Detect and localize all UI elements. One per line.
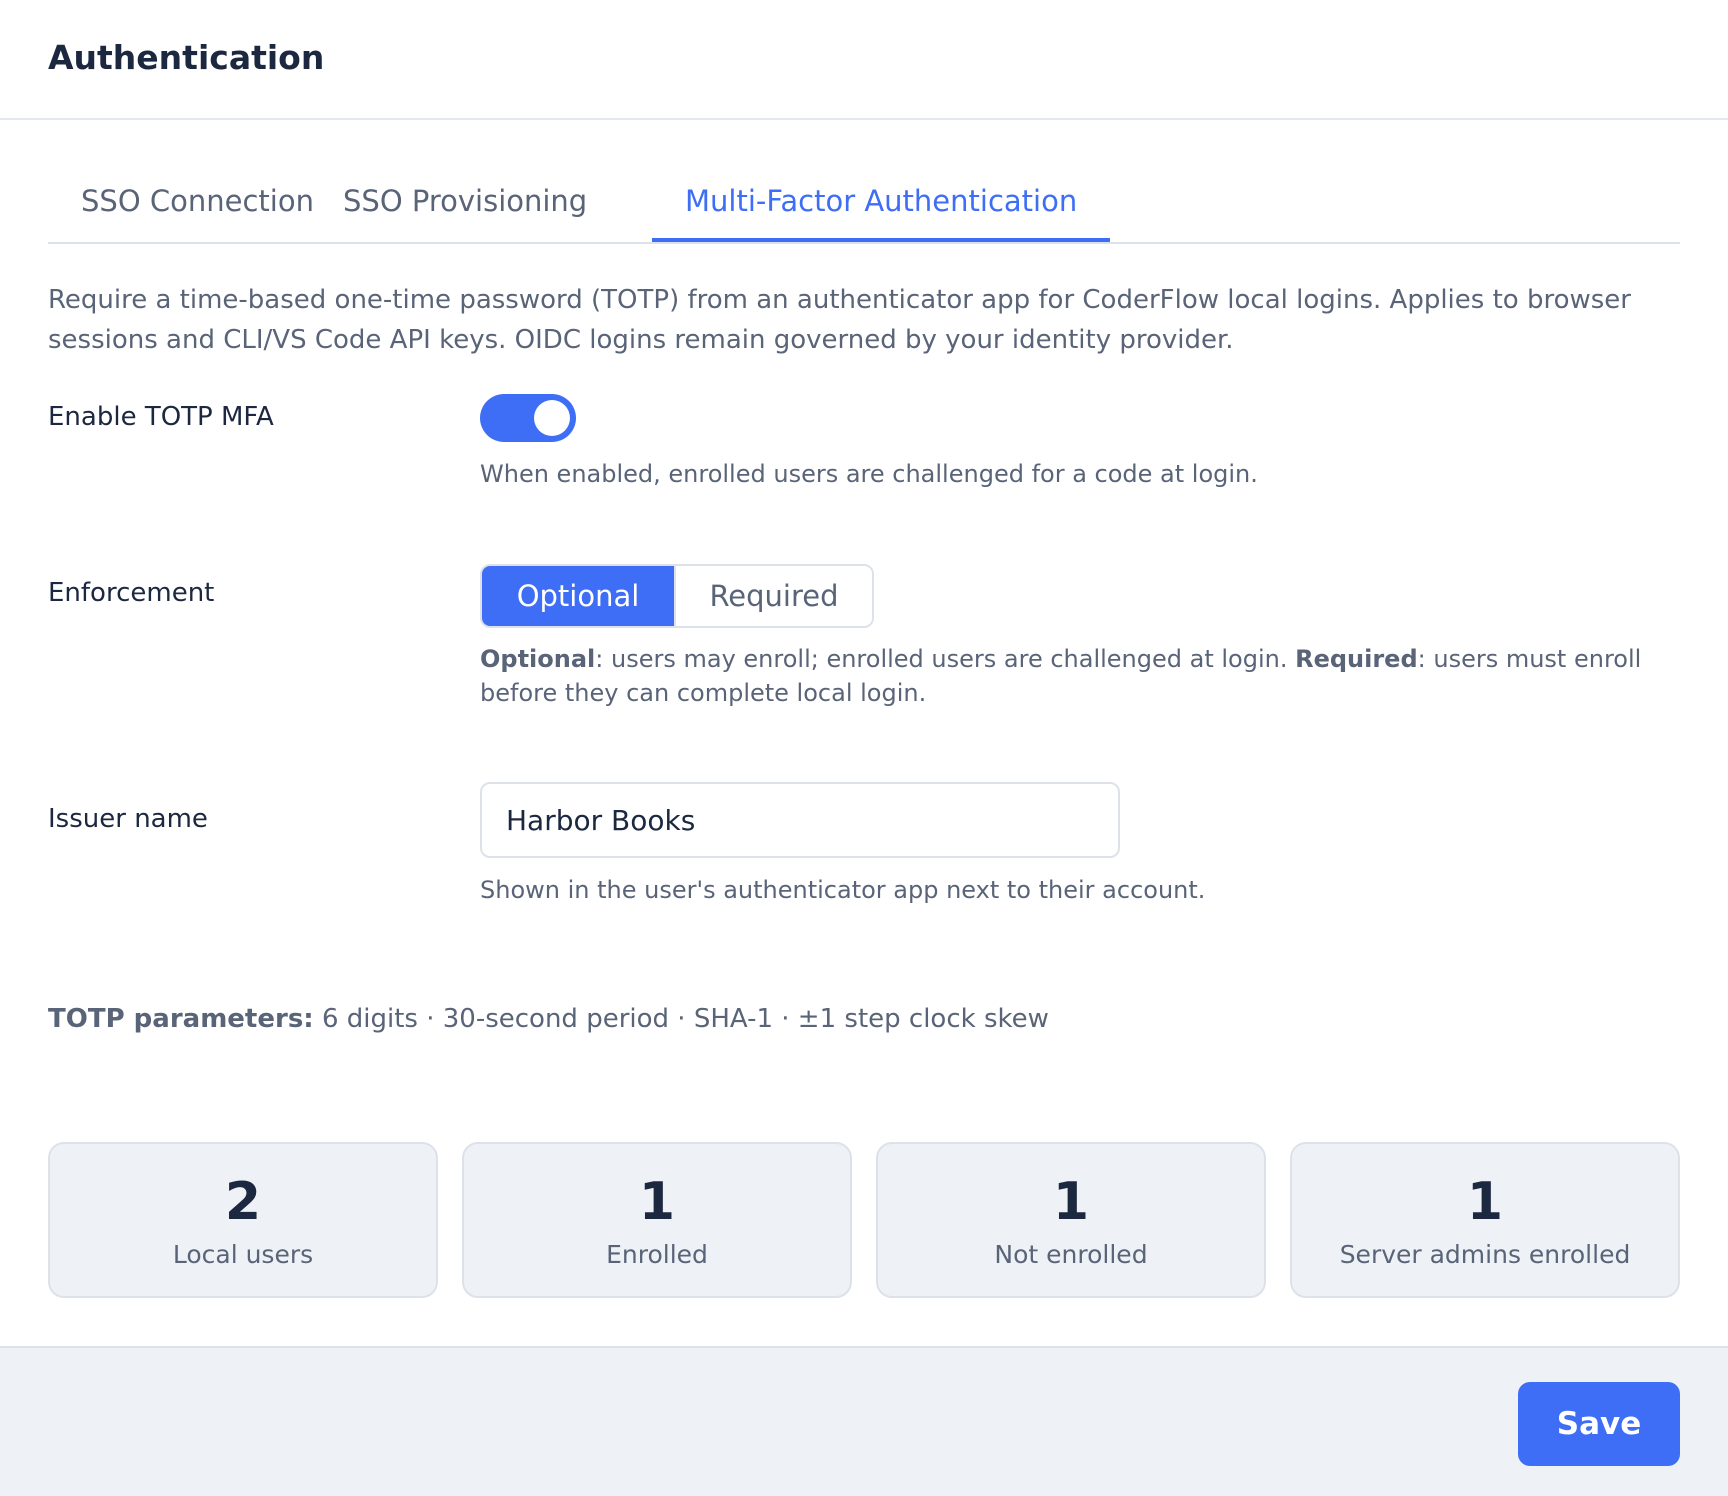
stat-label: Server admins enrolled <box>1339 1240 1631 1269</box>
stat-value: 2 <box>224 1172 262 1232</box>
card-footer: Save <box>0 1346 1728 1496</box>
enable-totp-toggle[interactable] <box>480 394 576 442</box>
tab-sso-provisioning[interactable]: SSO Provisioning <box>310 160 620 242</box>
save-button[interactable]: Save <box>1518 1382 1680 1466</box>
mfa-description: Require a time-based one-time password (… <box>48 285 1631 355</box>
enforcement-segmented-control: Optional Required <box>480 564 874 628</box>
totp-parameters-label: TOTP parameters: <box>48 1004 314 1034</box>
stat-value: 1 <box>1052 1172 1090 1232</box>
issuer-name-label: Issuer name <box>48 804 208 834</box>
stat-value: 1 <box>1466 1172 1504 1232</box>
help-required-term: Required <box>1295 645 1418 673</box>
page-title: Authentication <box>48 38 325 77</box>
card-header: Authentication <box>0 0 1728 120</box>
toggle-knob <box>534 400 570 436</box>
help-optional-term: Optional <box>480 645 596 673</box>
totp-parameters: TOTP parameters: 6 digits · 30-second pe… <box>48 1004 1049 1034</box>
issuer-name-help: Shown in the user's authenticator app ne… <box>480 876 1206 904</box>
stat-value: 1 <box>638 1172 676 1232</box>
stat-server-admins-enrolled: 1 Server admins enrolled <box>1290 1142 1680 1298</box>
authentication-card: Authentication SSO Connection SSO Provis… <box>0 0 1728 1496</box>
stat-enrolled: 1 Enrolled <box>462 1142 852 1298</box>
enforcement-required-option[interactable]: Required <box>674 566 872 626</box>
issuer-name-input[interactable] <box>480 782 1120 858</box>
enable-totp-help: When enabled, enrolled users are challen… <box>480 460 1258 488</box>
stat-not-enrolled: 1 Not enrolled <box>876 1142 1266 1298</box>
stat-label: Not enrolled <box>994 1240 1148 1269</box>
stat-label: Local users <box>172 1240 314 1269</box>
enforcement-label: Enforcement <box>48 578 215 608</box>
enable-totp-label: Enable TOTP MFA <box>48 402 274 432</box>
help-optional-text: : users may enroll; enrolled users are c… <box>595 645 1296 673</box>
stat-label: Enrolled <box>606 1240 708 1269</box>
totp-parameters-text: 6 digits · 30-second period · SHA-1 · ±1… <box>313 1004 1049 1034</box>
tab-bar: SSO Connection SSO Provisioning Multi-Fa… <box>48 160 1680 244</box>
tab-multi-factor-authentication[interactable]: Multi-Factor Authentication <box>652 160 1111 242</box>
enforcement-help: Optional: users may enroll; enrolled use… <box>480 642 1660 710</box>
stat-local-users: 2 Local users <box>48 1142 438 1298</box>
enforcement-optional-option[interactable]: Optional <box>482 566 674 626</box>
tab-sso-connection[interactable]: SSO Connection <box>48 160 347 242</box>
